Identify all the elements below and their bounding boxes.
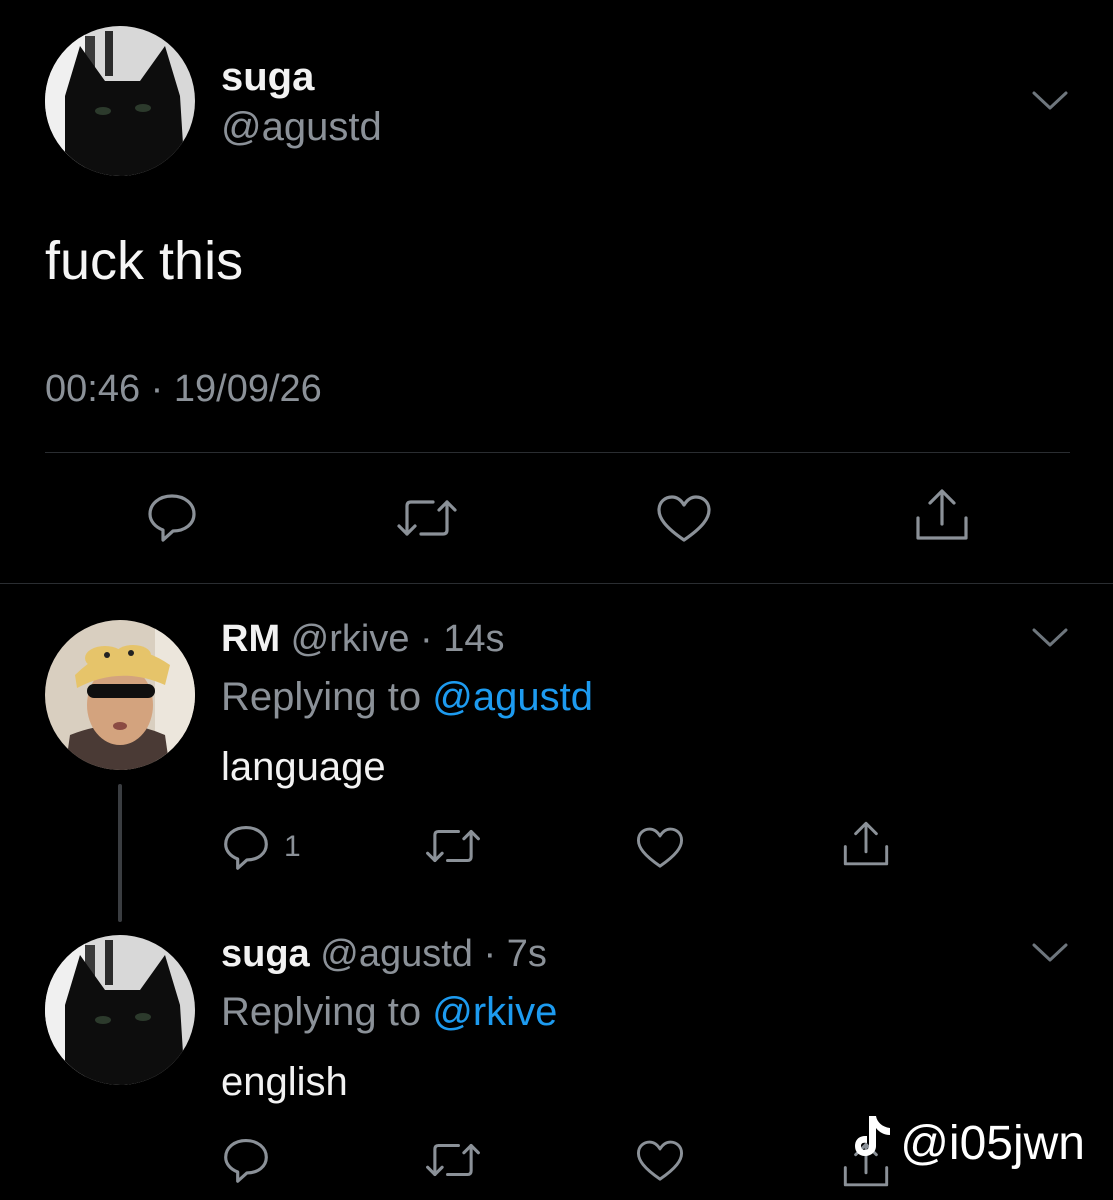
reply-handle[interactable]: @rkive <box>291 618 410 660</box>
reply-age: · 14s <box>420 618 505 660</box>
speech-bubble-icon[interactable] <box>221 1136 271 1184</box>
person-with-duck-hat-avatar <box>45 620 195 770</box>
reply-header: RM @rkive · 14s <box>221 618 505 661</box>
share-upload-icon[interactable] <box>913 486 971 544</box>
retweet-arrows-icon[interactable] <box>424 1140 482 1180</box>
reply-header: suga @agustd · 7s <box>221 933 547 976</box>
author-avatar[interactable] <box>45 26 195 176</box>
tweet-text: fuck this <box>45 231 244 291</box>
reply-text: english <box>221 1060 348 1104</box>
chevron-down-icon[interactable] <box>1030 88 1070 119</box>
reply-handle[interactable]: @agustd <box>320 933 473 975</box>
mention-link[interactable]: @rkive <box>432 990 557 1034</box>
reply-count: 1 <box>284 830 301 863</box>
heart-icon[interactable] <box>635 1138 685 1184</box>
replying-to-label: Replying to <box>221 990 422 1034</box>
reply-text: language <box>221 745 386 789</box>
mention-link[interactable]: @agustd <box>432 675 593 719</box>
chevron-down-icon[interactable] <box>1030 625 1070 656</box>
reply-display-name[interactable]: RM <box>221 618 280 660</box>
heart-icon[interactable] <box>655 493 713 545</box>
thread-connector-line <box>118 784 122 922</box>
author-handle[interactable]: @agustd <box>221 105 382 150</box>
speech-bubble-icon[interactable] <box>145 491 199 543</box>
tiktok-watermark: @i05jwn <box>852 1112 1085 1174</box>
author-display-name[interactable]: suga <box>221 55 314 100</box>
replying-to-label: Replying to <box>221 675 422 719</box>
speech-bubble-icon[interactable] <box>221 823 271 871</box>
reply-display-name[interactable]: suga <box>221 933 310 975</box>
retweet-arrows-icon[interactable] <box>424 826 482 866</box>
share-upload-icon[interactable] <box>841 819 891 869</box>
black-cat-avatar <box>45 935 195 1085</box>
divider <box>45 452 1070 453</box>
replying-to: Replying to @agustd <box>221 675 593 720</box>
chevron-down-icon[interactable] <box>1030 940 1070 971</box>
section-divider <box>0 583 1113 584</box>
watermark-text: @i05jwn <box>900 1116 1085 1170</box>
reply-avatar[interactable] <box>45 935 195 1085</box>
retweet-arrows-icon[interactable] <box>395 496 459 540</box>
reply-age: · 7s <box>483 933 547 975</box>
tweet-timestamp[interactable]: 00:46 · 19/09/26 <box>45 368 322 411</box>
black-cat-avatar <box>45 26 195 176</box>
heart-icon[interactable] <box>635 825 685 871</box>
tiktok-logo <box>852 1112 896 1174</box>
replying-to: Replying to @rkive <box>221 990 557 1035</box>
reply-avatar[interactable] <box>45 620 195 770</box>
